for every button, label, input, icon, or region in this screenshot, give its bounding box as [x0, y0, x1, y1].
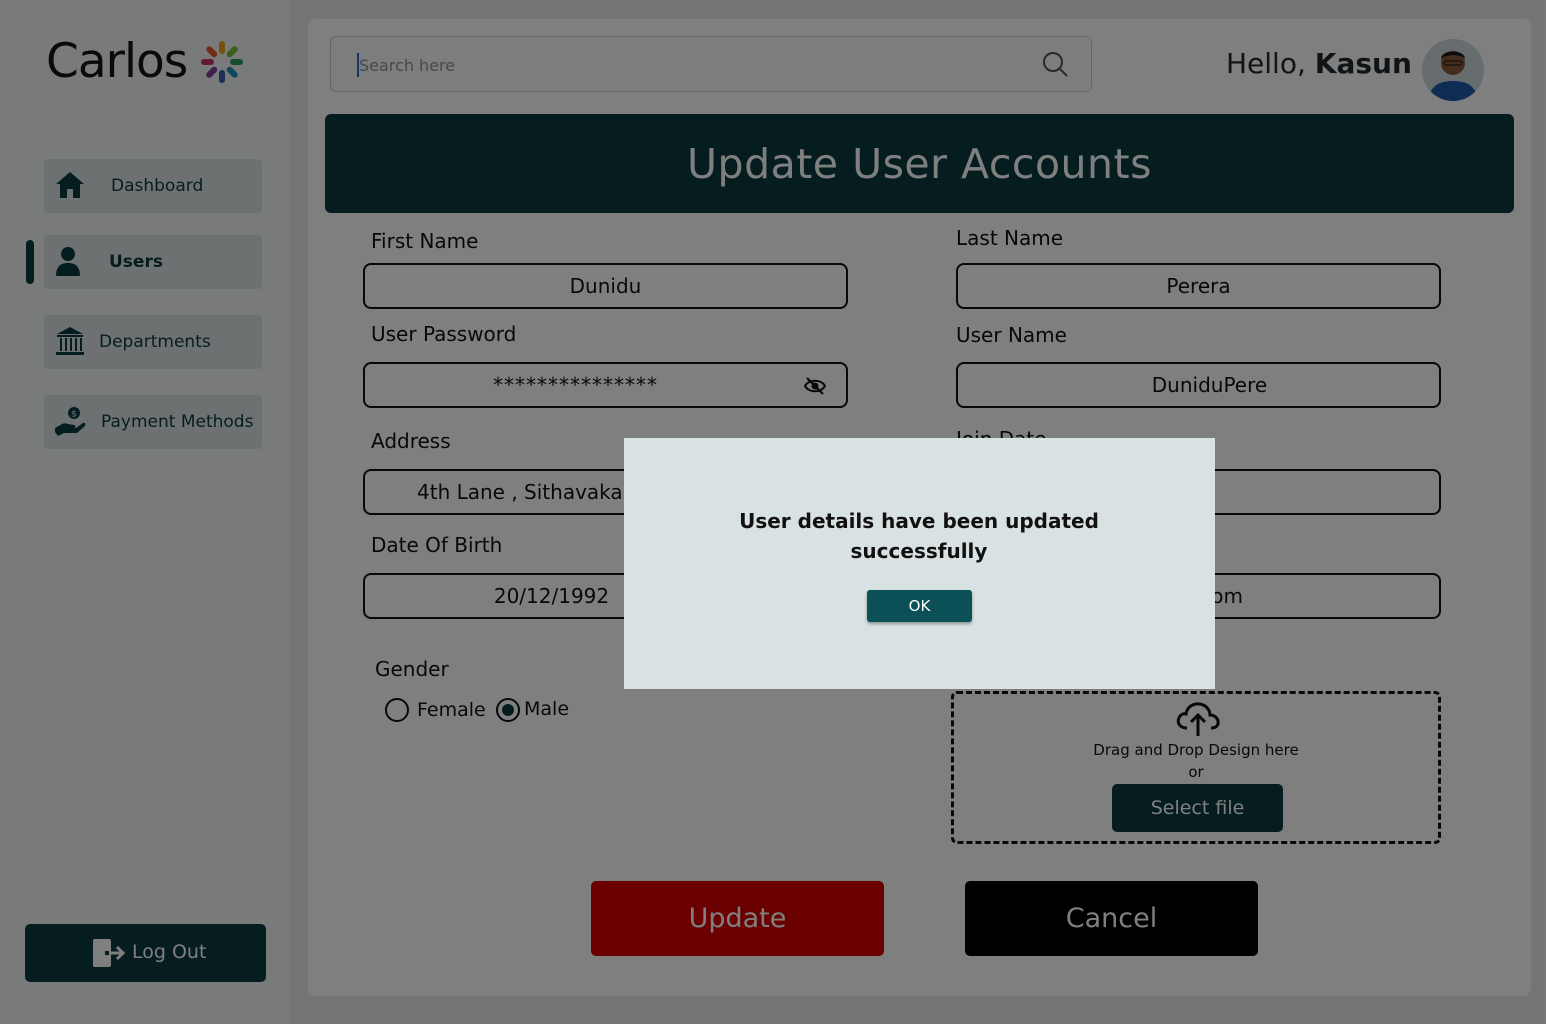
success-message-line1: User details have been updated: [739, 509, 1099, 533]
success-message-line2: successfully: [850, 539, 988, 563]
success-dialog: User details have been updated successfu…: [624, 438, 1215, 689]
success-message: User details have been updated successfu…: [624, 506, 1214, 566]
ok-button[interactable]: OK: [867, 590, 972, 622]
